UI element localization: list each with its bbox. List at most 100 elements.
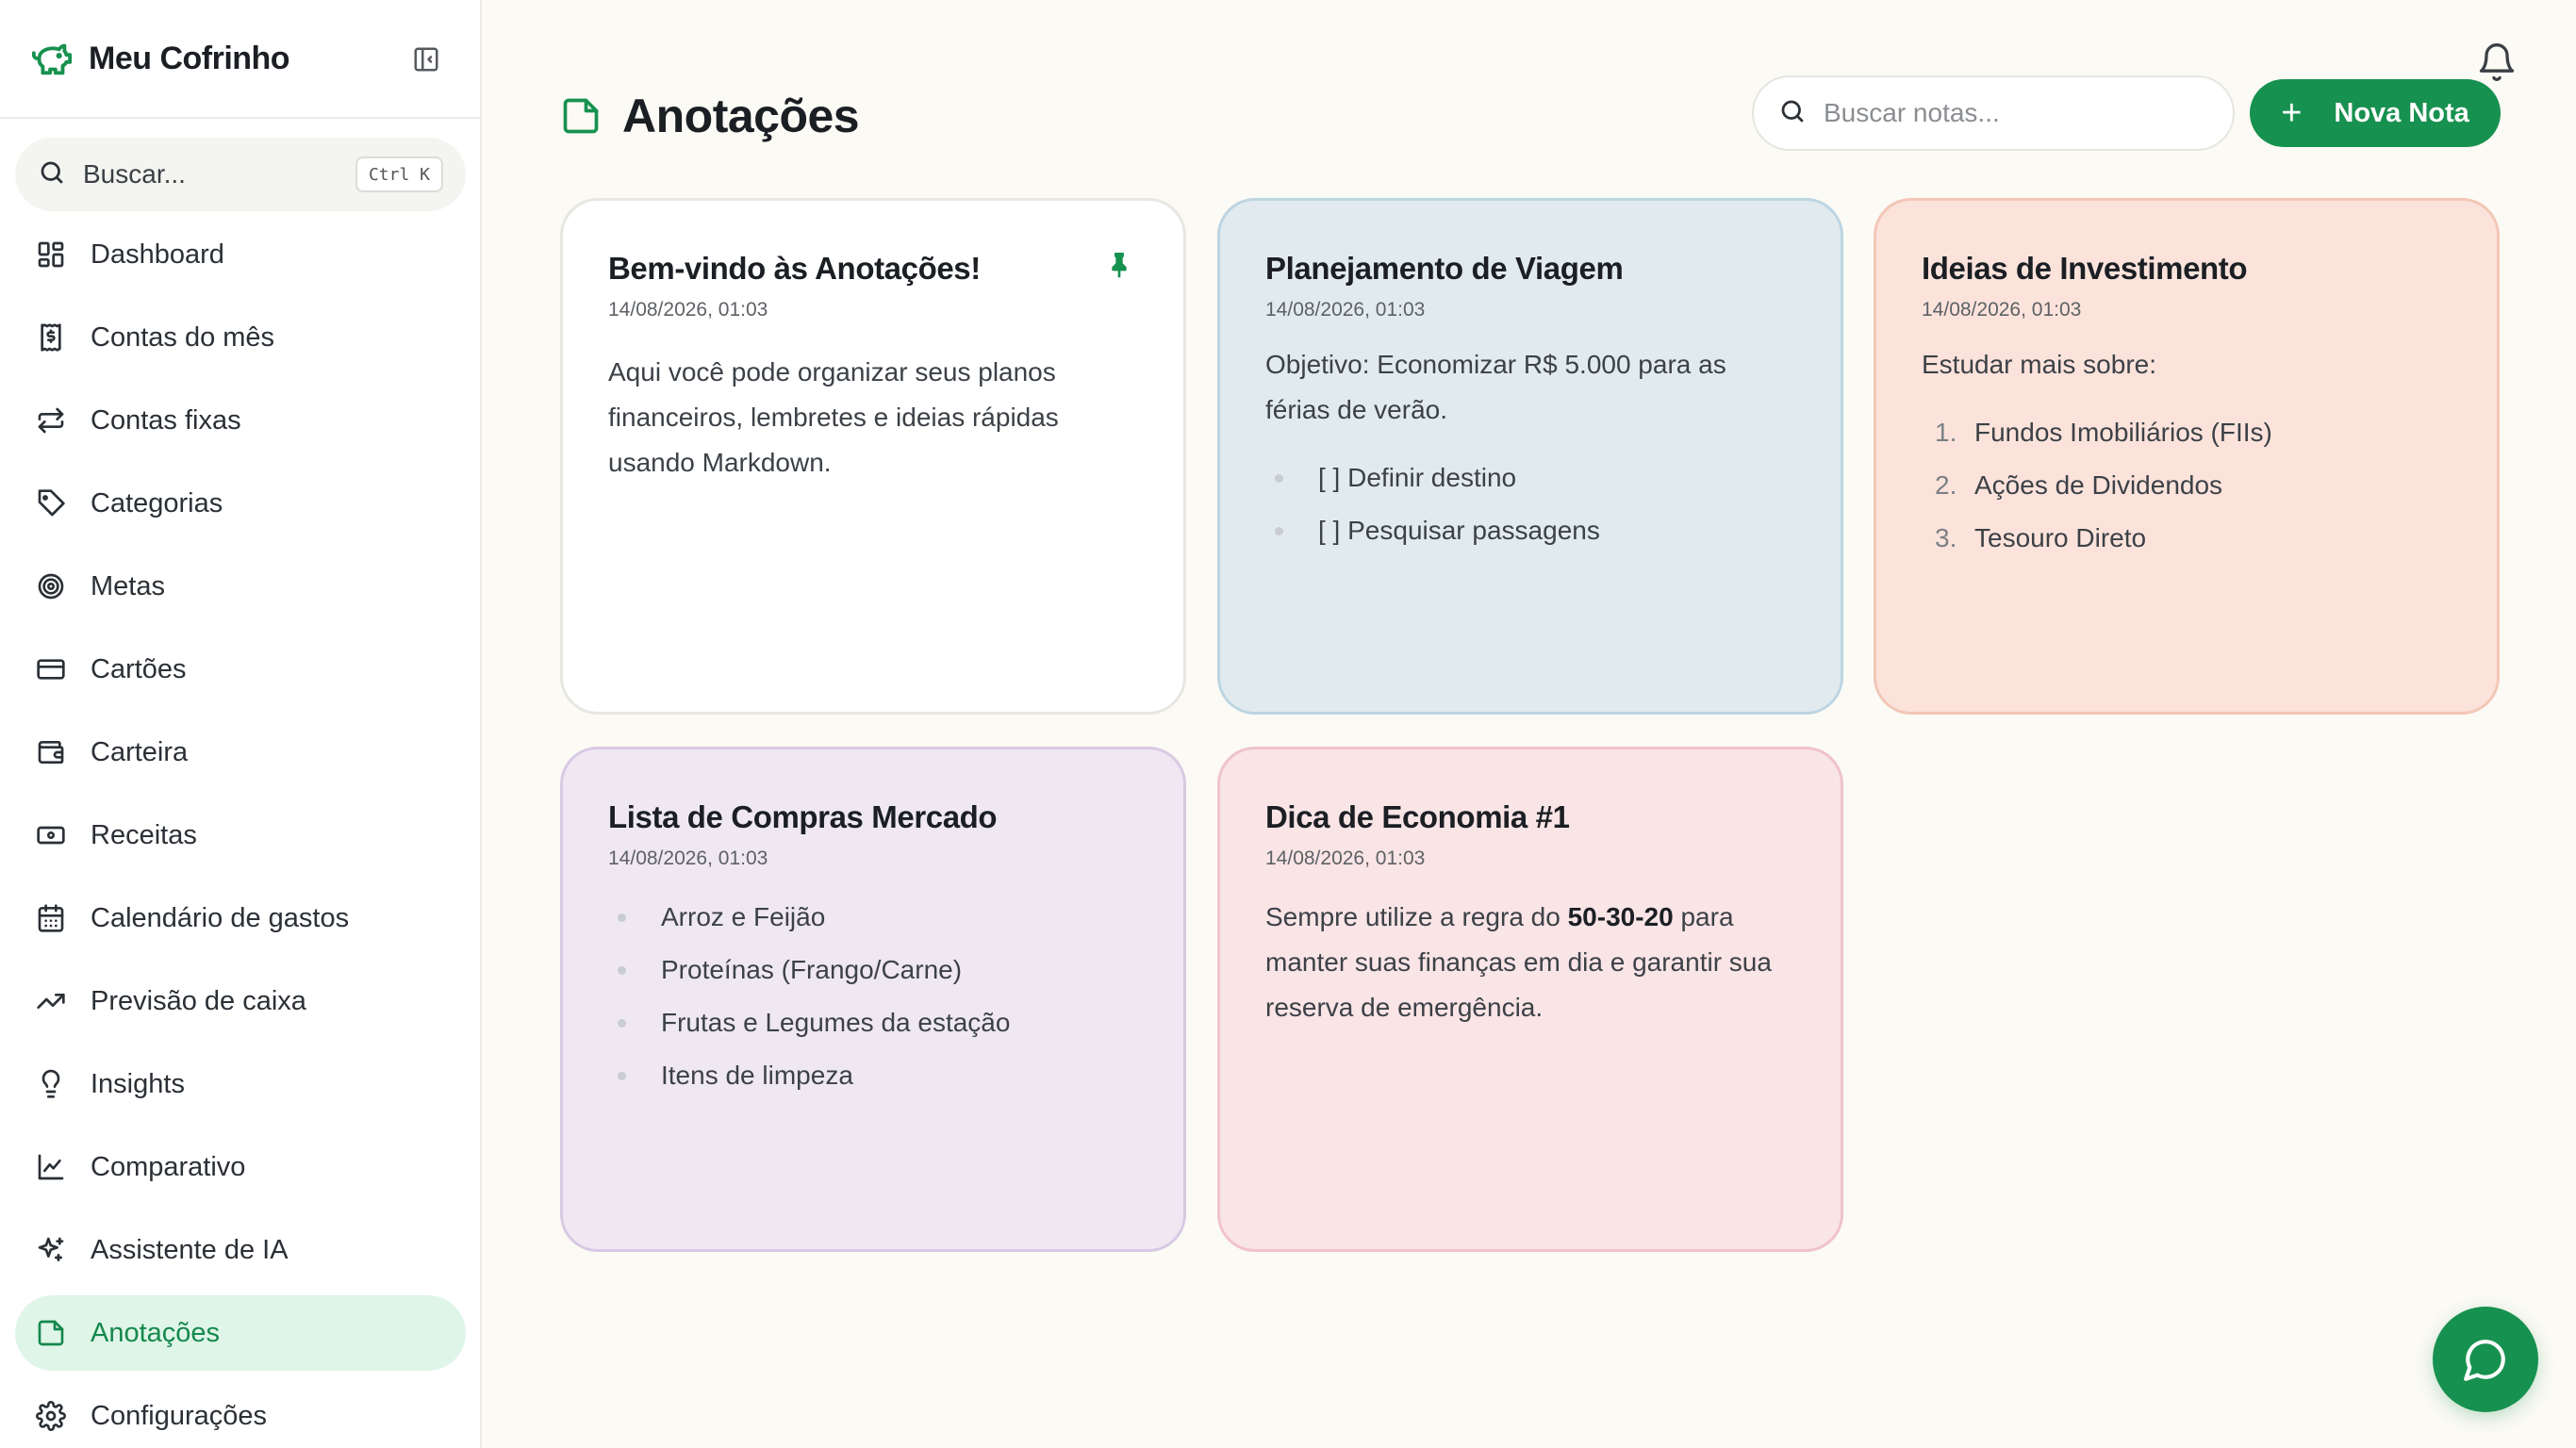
note-list: Arroz e Feijão Proteínas (Frango/Carne) … — [608, 891, 1138, 1102]
bill-icon — [41, 323, 61, 352]
sidebar-item-label: Configurações — [91, 1400, 267, 1431]
tag-icon — [38, 489, 65, 517]
credit-card-icon — [37, 659, 65, 680]
target-icon — [38, 573, 64, 600]
note-date: 14/08/2026, 01:03 — [608, 847, 768, 869]
sidebar-item-carteira[interactable]: Carteira — [15, 715, 466, 790]
chat-bubble-icon — [2464, 1340, 2505, 1381]
sidebar-item-label: Calendário de gastos — [91, 902, 350, 933]
trend-up-icon — [37, 994, 65, 1009]
sidebar-item-configuracoes[interactable]: Configurações — [15, 1378, 466, 1448]
banknote-icon — [37, 826, 65, 845]
note-title: Dica de Economia #1 — [1265, 799, 1570, 834]
sidebar-item-previsao[interactable]: Previsão de caixa — [15, 963, 466, 1039]
list-item: 2. Ações de Dividendos — [1935, 469, 2223, 500]
sidebar-item-comparativo[interactable]: Comparativo — [15, 1129, 466, 1205]
sidebar-item-insights[interactable]: Insights — [15, 1046, 466, 1122]
note-date: 14/08/2026, 01:03 — [1265, 298, 1426, 321]
list-item: 3. Tesouro Direto — [1935, 522, 2147, 552]
list-item: Frutas e Legumes da estação — [608, 996, 1138, 1049]
sidebar-item-receitas[interactable]: Receitas — [15, 798, 466, 873]
sidebar-search-button[interactable]: Buscar... Ctrl K — [15, 138, 466, 211]
sidebar-nav: Dashboard Contas do mês Contas fixas Cat… — [15, 217, 466, 1448]
new-note-label: Nova Nota — [2334, 97, 2469, 128]
note-date: 14/08/2026, 01:03 — [1922, 298, 2082, 321]
sidebar-item-label: Anotações — [91, 1317, 221, 1348]
note-body: Sempre utilize a regra do 50-30-20 para … — [1265, 901, 1772, 1022]
note-date: 14/08/2026, 01:03 — [608, 298, 768, 321]
sidebar-item-label: Cartões — [91, 653, 187, 684]
note-title: Bem-vindo às Anotações! — [608, 251, 981, 286]
list-item: Itens de limpeza — [608, 1049, 1138, 1102]
pin-icon[interactable] — [1104, 250, 1134, 280]
app-name: Meu Cofrinho — [89, 40, 290, 76]
new-note-button[interactable]: + Nova Nota — [2250, 79, 2501, 147]
brand-header: Meu Cofrinho — [0, 0, 480, 119]
card-fade — [1220, 570, 1841, 712]
list-item: Arroz e Feijão — [608, 891, 1138, 944]
list-item: [ ] Definir destino — [1265, 452, 1795, 504]
note-date: 14/08/2026, 01:03 — [1265, 847, 1426, 869]
list-item: [ ] Pesquisar passagens — [1265, 504, 1795, 557]
sidebar-item-cartoes[interactable]: Cartões — [15, 632, 466, 707]
note-card[interactable]: Dica de Economia #1 14/08/2026, 01:03 Se… — [1217, 747, 1843, 1252]
sidebar-item-label: Contas do mês — [91, 321, 275, 353]
gear-icon — [36, 1401, 66, 1431]
sidebar-item-label: Metas — [91, 570, 165, 601]
note-checklist: [ ] Definir destino [ ] Pesquisar passag… — [1265, 452, 1795, 557]
chat-assistant-button[interactable] — [2433, 1307, 2538, 1412]
sidebar: Meu Cofrinho Buscar... Ctrl K Dashboard … — [0, 0, 482, 1448]
page-header: Anotações — [560, 83, 860, 149]
list-item: Proteínas (Frango/Carne) — [608, 944, 1138, 996]
note-body: Objetivo: Economizar R$ 5.000 para as fé… — [1265, 349, 1726, 424]
search-icon — [38, 158, 66, 191]
wallet-icon — [38, 741, 64, 764]
calendar-icon — [38, 904, 64, 932]
sidebar-item-label: Dashboard — [91, 239, 224, 270]
note-body: Aqui você pode organizar seus planos fin… — [608, 356, 1059, 477]
sidebar-item-label: Contas fixas — [91, 404, 241, 436]
note-title: Lista de Compras Mercado — [608, 799, 998, 834]
sidebar-item-metas[interactable]: Metas — [15, 549, 466, 624]
plus-icon: + — [2281, 93, 2303, 133]
search-icon — [1778, 97, 1807, 130]
list-item: 1. Fundos Imobiliários (FIIs) — [1935, 417, 2272, 447]
sidebar-search-label: Buscar... — [83, 159, 186, 189]
sidebar-item-label: Comparativo — [91, 1151, 246, 1182]
note-ordered-list: 1. Fundos Imobiliários (FIIs) 2. Ações de … — [1922, 406, 2452, 565]
note-body: Estudar mais sobre: — [1922, 349, 2156, 379]
sidebar-item-label: Insights — [91, 1068, 185, 1099]
note-icon — [563, 98, 599, 134]
repeat-icon — [38, 407, 64, 434]
sidebar-item-anotacoes[interactable]: Anotações — [15, 1295, 466, 1371]
notes-search-input[interactable] — [1824, 98, 2201, 128]
sidebar-item-label: Previsão de caixa — [91, 985, 306, 1016]
sidebar-item-categorias[interactable]: Categorias — [15, 466, 466, 541]
piggy-bank-icon — [30, 37, 74, 80]
note-icon — [38, 1320, 64, 1346]
page-title: Anotações — [622, 90, 860, 142]
lightbulb-icon — [41, 1069, 60, 1098]
sidebar-item-contas-do-mes[interactable]: Contas do mês — [15, 300, 466, 375]
collapse-sidebar-icon[interactable] — [410, 43, 442, 75]
note-card[interactable]: Ideias de Investimento 14/08/2026, 01:03… — [1874, 198, 2500, 715]
sidebar-item-contas-fixas[interactable]: Contas fixas — [15, 383, 466, 458]
notes-search-box — [1752, 75, 2235, 151]
sidebar-item-label: Categorias — [91, 487, 223, 518]
line-chart-icon — [38, 1154, 64, 1180]
sparkles-icon — [38, 1237, 64, 1261]
note-card[interactable]: Planejamento de Viagem 14/08/2026, 01:03… — [1217, 198, 1843, 715]
note-title: Ideias de Investimento — [1922, 251, 2248, 286]
sidebar-item-calendario[interactable]: Calendário de gastos — [15, 880, 466, 956]
shortcut-badge: Ctrl K — [355, 156, 443, 192]
sidebar-item-label: Assistente de IA — [91, 1234, 289, 1265]
dashboard-icon — [38, 241, 64, 268]
sidebar-item-assistente[interactable]: Assistente de IA — [15, 1212, 466, 1288]
bell-icon[interactable] — [2476, 41, 2518, 83]
note-card[interactable]: Lista de Compras Mercado 14/08/2026, 01:… — [560, 747, 1186, 1252]
note-card[interactable]: Bem-vindo às Anotações! 14/08/2026, 01:0… — [560, 198, 1186, 715]
note-title: Planejamento de Viagem — [1265, 251, 1624, 286]
sidebar-item-dashboard[interactable]: Dashboard — [15, 217, 466, 292]
sidebar-item-label: Carteira — [91, 736, 189, 767]
sidebar-item-label: Receitas — [91, 819, 197, 850]
